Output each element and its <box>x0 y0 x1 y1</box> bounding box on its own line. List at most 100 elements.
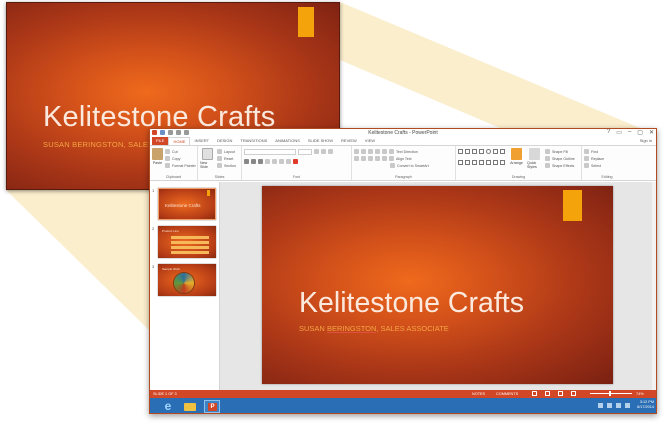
slide-show-view-icon[interactable] <box>571 391 576 396</box>
italic-icon[interactable] <box>251 159 256 164</box>
minimize-button[interactable]: – <box>628 129 631 136</box>
slide-thumbnail-2[interactable]: Product Line <box>158 226 216 258</box>
reset-button[interactable]: Reset <box>217 155 236 162</box>
select-button[interactable]: Select <box>584 162 630 169</box>
curve-shape-icon[interactable] <box>493 159 498 165</box>
arrow-shape-icon[interactable] <box>472 149 477 154</box>
flag-icon[interactable] <box>607 403 612 408</box>
network-icon[interactable] <box>616 403 621 408</box>
bullets-icon[interactable] <box>354 149 359 154</box>
shape-effects-button[interactable]: Shape Effects <box>545 162 575 169</box>
font-name-box[interactable] <box>244 148 296 155</box>
canvas-slide-subtitle[interactable]: SUSAN BERINGSTON, SALES ASSOCIATE <box>299 324 449 333</box>
align-text-label[interactable]: Align Text <box>396 157 412 161</box>
center-icon[interactable] <box>361 156 366 161</box>
tab-slide-show[interactable]: SLIDE SHOW <box>304 137 337 145</box>
replace-button[interactable]: Replace <box>584 155 630 162</box>
down-arrow-shape-icon[interactable] <box>465 159 470 165</box>
decrease-indent-icon[interactable] <box>368 149 373 154</box>
rectangle-shape-icon[interactable] <box>479 149 484 154</box>
tab-design[interactable]: DESIGN <box>213 137 236 145</box>
slide-thumbnail-1[interactable]: Kelitestone Crafts <box>158 188 216 220</box>
convert-to-smartart-label[interactable]: Convert to SmartArt <box>397 164 429 168</box>
sign-in-link[interactable]: Sign in <box>640 137 652 145</box>
new-slide-button[interactable]: New Slide <box>200 148 215 169</box>
keyboard-icon[interactable] <box>598 403 603 408</box>
text-direction-icon[interactable] <box>389 149 394 154</box>
clock[interactable]: 3:12 PM 6/17/2014 <box>637 400 654 410</box>
shapes-gallery[interactable] <box>458 149 506 169</box>
character-spacing-icon[interactable] <box>279 159 284 164</box>
volume-icon[interactable] <box>625 403 630 408</box>
powerpoint-taskbar-icon[interactable]: P <box>204 400 220 413</box>
rounded-rectangle-shape-icon[interactable] <box>493 149 498 154</box>
file-explorer-icon[interactable] <box>182 400 198 413</box>
bold-icon[interactable] <box>244 159 249 164</box>
text-box-shape-icon[interactable] <box>458 149 463 154</box>
zoom-slider[interactable] <box>590 393 632 394</box>
paste-button[interactable]: Paste <box>152 148 163 169</box>
font-color-icon[interactable] <box>293 159 298 164</box>
align-left-icon[interactable] <box>354 156 359 161</box>
find-button[interactable]: Find <box>584 148 630 155</box>
align-text-icon[interactable] <box>389 156 394 161</box>
star-shape-icon[interactable] <box>486 159 491 165</box>
right-arrow-shape-icon[interactable] <box>458 159 463 165</box>
spelling-flagged-word[interactable]: BERINGSTON <box>327 324 376 333</box>
brace-shape-icon[interactable] <box>472 159 477 165</box>
shape-fill-button[interactable]: Shape Fill <box>545 148 575 155</box>
tab-view[interactable]: VIEW <box>361 137 379 145</box>
quick-styles-button[interactable]: Quick Styles <box>527 148 542 169</box>
maximize-button[interactable]: ▢ <box>637 129 643 136</box>
convert-to-smartart-icon[interactable] <box>390 163 395 168</box>
tab-insert[interactable]: INSERT <box>190 137 213 145</box>
increase-indent-icon[interactable] <box>375 149 380 154</box>
triangle-shape-icon[interactable] <box>500 149 505 154</box>
zoom-level[interactable]: 74% <box>636 392 644 396</box>
oval-shape-icon[interactable] <box>486 149 491 154</box>
shadow-icon[interactable] <box>265 159 270 164</box>
slide-sorter-view-icon[interactable] <box>545 391 550 396</box>
reading-view-icon[interactable] <box>558 391 563 396</box>
help-button[interactable]: ? <box>607 129 610 136</box>
canvas-slide-title[interactable]: Kelitestone Crafts <box>299 287 524 320</box>
more-shapes-icon[interactable] <box>500 159 505 165</box>
copy-button[interactable]: Copy <box>165 155 196 162</box>
zoom-slider-handle[interactable] <box>609 391 611 396</box>
normal-view-icon[interactable] <box>532 391 537 396</box>
layout-button[interactable]: Layout <box>217 148 236 155</box>
current-slide-canvas[interactable]: Kelitestone Crafts SUSAN BERINGSTON, SAL… <box>262 186 613 384</box>
close-button[interactable]: ✕ <box>649 129 654 136</box>
tab-home[interactable]: HOME <box>168 137 191 145</box>
line-shape-icon[interactable] <box>465 149 470 154</box>
text-direction-label[interactable]: Text Direction <box>396 150 418 154</box>
tab-file[interactable]: FILE <box>152 137 169 145</box>
columns-icon[interactable] <box>382 156 387 161</box>
tab-animations[interactable]: ANIMATIONS <box>271 137 304 145</box>
notes-button[interactable]: NOTES <box>472 392 485 396</box>
slide-thumbnail-3[interactable]: Sample Work <box>158 264 216 296</box>
comments-button[interactable]: COMMENTS <box>496 392 518 396</box>
section-button[interactable]: Section <box>217 162 236 169</box>
numbering-icon[interactable] <box>361 149 366 154</box>
line-spacing-icon[interactable] <box>382 149 387 154</box>
strikethrough-icon[interactable] <box>272 159 277 164</box>
change-case-icon[interactable] <box>286 159 291 164</box>
shape-outline-button[interactable]: Shape Outline <box>545 155 575 162</box>
align-right-icon[interactable] <box>368 156 373 161</box>
bracket-shape-icon[interactable] <box>479 159 484 165</box>
underline-icon[interactable] <box>258 159 263 164</box>
tab-transitions[interactable]: TRANSITIONS <box>236 137 271 145</box>
grow-font-icon[interactable] <box>314 149 319 154</box>
arrange-button[interactable]: Arrange <box>509 148 524 169</box>
shrink-font-icon[interactable] <box>321 149 326 154</box>
justify-icon[interactable] <box>375 156 380 161</box>
clear-formatting-icon[interactable] <box>328 149 333 154</box>
format-painter-button[interactable]: Format Painter <box>165 162 196 169</box>
internet-explorer-icon[interactable]: e <box>160 400 176 413</box>
cut-button[interactable]: Cut <box>165 148 196 155</box>
ribbon-display-button[interactable]: ▭ <box>616 129 622 136</box>
tab-review[interactable]: REVIEW <box>337 137 361 145</box>
vertical-scrollbar[interactable] <box>652 182 656 390</box>
font-size-box[interactable] <box>298 148 312 155</box>
